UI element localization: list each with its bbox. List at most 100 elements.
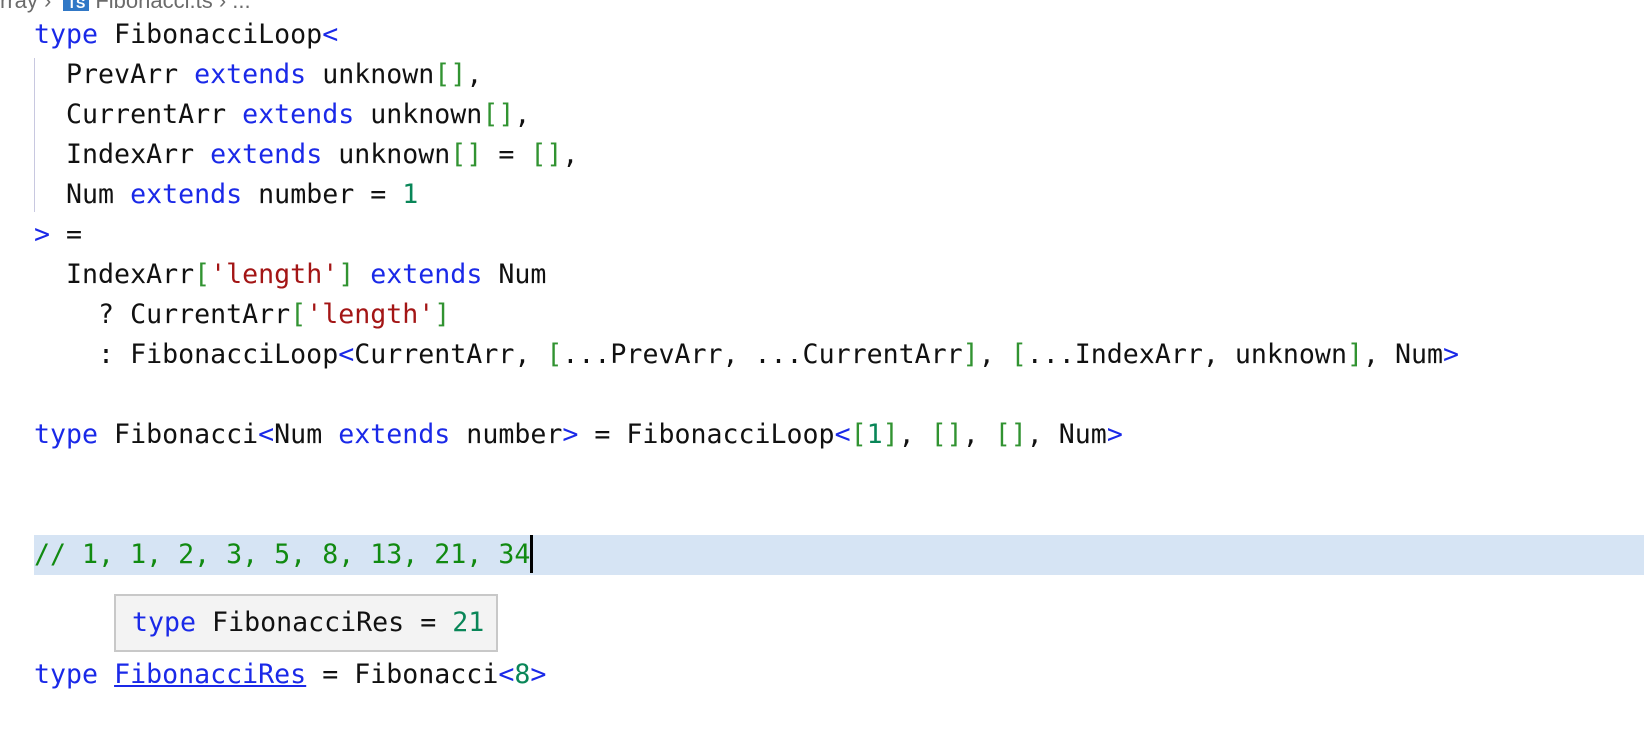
code-token: ? CurrentArr bbox=[34, 299, 291, 330]
code-token: PrevArr bbox=[34, 59, 195, 90]
code-token: [] bbox=[450, 139, 483, 170]
code-token: extends bbox=[338, 419, 451, 450]
code-token: number bbox=[450, 419, 563, 450]
code-token: [ bbox=[290, 299, 307, 330]
code-line[interactable]: type FibonacciRes = Fibonacci<8> bbox=[34, 655, 1644, 695]
code-token: , Num bbox=[1362, 339, 1444, 370]
code-token: 1 bbox=[866, 419, 883, 450]
code-token: , bbox=[466, 59, 483, 90]
code-token: < bbox=[834, 419, 851, 450]
code-token: [] bbox=[994, 419, 1027, 450]
breadcrumb-parent[interactable]: rray bbox=[0, 0, 38, 13]
text-cursor bbox=[530, 535, 534, 573]
code-token: ] bbox=[434, 299, 451, 330]
code-line[interactable]: : FibonacciLoop<CurrentArr, [...PrevArr,… bbox=[34, 335, 1644, 375]
code-token: type bbox=[34, 659, 99, 690]
hover-tooltip: type FibonacciRes = 21 bbox=[114, 594, 498, 652]
code-token: > bbox=[1106, 419, 1123, 450]
code-token: ] bbox=[338, 259, 355, 290]
code-token: > bbox=[562, 419, 579, 450]
code-token: // 1, 1, 2, 3, 5, 8, 13, 21, 34 bbox=[34, 539, 531, 570]
code-token: number = bbox=[242, 179, 403, 210]
breadcrumb: rray › TS Fibonacci.ts › ... bbox=[0, 0, 251, 14]
tooltip-keyword: type bbox=[132, 607, 197, 638]
code-line[interactable] bbox=[34, 455, 1644, 495]
code-token: extends bbox=[130, 179, 243, 210]
code-token: 'length' bbox=[210, 259, 339, 290]
code-token: CurrentArr, bbox=[354, 339, 547, 370]
code-line[interactable]: IndexArr extends unknown[] = [], bbox=[34, 135, 1644, 175]
code-line[interactable]: // 1, 1, 2, 3, 5, 8, 13, 21, 34 bbox=[34, 535, 1644, 575]
code-token: FibonacciLoop bbox=[98, 19, 323, 50]
type-reference-link[interactable]: FibonacciRes bbox=[114, 659, 306, 690]
code-token: , bbox=[978, 339, 1011, 370]
code-line[interactable]: ? CurrentArr['length'] bbox=[34, 295, 1644, 335]
code-token: < bbox=[338, 339, 355, 370]
code-token: Num bbox=[34, 179, 131, 210]
code-line[interactable] bbox=[34, 375, 1644, 415]
code-token: IndexArr bbox=[34, 139, 211, 170]
code-token: type bbox=[34, 419, 99, 450]
code-line[interactable]: type FibonacciLoop< bbox=[34, 15, 1644, 55]
tooltip-name: FibonacciRes = bbox=[196, 607, 453, 638]
code-line[interactable]: Num extends number = 1 bbox=[34, 175, 1644, 215]
code-token: unknown bbox=[306, 59, 435, 90]
code-token: extends bbox=[194, 59, 307, 90]
code-token: Num bbox=[274, 419, 339, 450]
code-token: Fibonacci bbox=[98, 419, 259, 450]
code-token: [ bbox=[1010, 339, 1027, 370]
code-token: CurrentArr bbox=[34, 99, 243, 130]
code-token: : FibonacciLoop bbox=[34, 339, 339, 370]
code-line[interactable] bbox=[34, 495, 1644, 535]
code-token: = FibonacciLoop bbox=[578, 419, 835, 450]
code-token: [ bbox=[546, 339, 563, 370]
code-token: unknown bbox=[354, 99, 483, 130]
code-token: < bbox=[258, 419, 275, 450]
code-token: ] bbox=[882, 419, 899, 450]
code-token: = bbox=[482, 139, 531, 170]
code-token: , Num bbox=[1026, 419, 1107, 450]
code-token: > bbox=[530, 659, 547, 690]
code-token: < bbox=[498, 659, 515, 690]
code-line[interactable]: PrevArr extends unknown[], bbox=[34, 55, 1644, 95]
code-token: ] bbox=[962, 339, 979, 370]
code-token: ...IndexArr, unknown bbox=[1026, 339, 1347, 370]
code-token: ...PrevArr, ...CurrentArr bbox=[562, 339, 963, 370]
code-token: IndexArr bbox=[34, 259, 195, 290]
code-token: > bbox=[34, 219, 51, 250]
code-token: [] bbox=[930, 419, 963, 450]
code-token: 8 bbox=[514, 659, 531, 690]
code-token: [ bbox=[194, 259, 211, 290]
code-token: 'length' bbox=[306, 299, 435, 330]
code-token: , bbox=[562, 139, 579, 170]
tooltip-value: 21 bbox=[452, 607, 485, 638]
code-token: [ bbox=[850, 419, 867, 450]
code-token: extends bbox=[210, 139, 323, 170]
code-token: < bbox=[322, 19, 339, 50]
code-token: type bbox=[34, 19, 99, 50]
code-token: 1 bbox=[402, 179, 419, 210]
code-editor[interactable]: type FibonacciLoop< PrevArr extends unkn… bbox=[34, 15, 1644, 695]
code-token: [] bbox=[530, 139, 563, 170]
code-token: [] bbox=[434, 59, 467, 90]
code-token: ] bbox=[1346, 339, 1363, 370]
breadcrumb-file[interactable]: Fibonacci.ts bbox=[95, 0, 212, 13]
code-line[interactable]: type Fibonacci<Num extends number> = Fib… bbox=[34, 415, 1644, 455]
code-token: > bbox=[1443, 339, 1460, 370]
code-token: unknown bbox=[322, 139, 451, 170]
code-token: , bbox=[898, 419, 931, 450]
code-token: [] bbox=[482, 99, 515, 130]
code-token: extends bbox=[370, 259, 483, 290]
breadcrumb-more[interactable]: ... bbox=[232, 0, 250, 13]
code-token: , bbox=[514, 99, 531, 130]
code-line[interactable]: IndexArr['length'] extends Num bbox=[34, 255, 1644, 295]
code-line[interactable]: CurrentArr extends unknown[], bbox=[34, 95, 1644, 135]
code-token: = bbox=[50, 219, 83, 250]
code-token: , bbox=[962, 419, 995, 450]
code-token: extends bbox=[242, 99, 355, 130]
typescript-file-icon: TS bbox=[63, 0, 90, 11]
code-token: Num bbox=[482, 259, 547, 290]
code-line[interactable]: > = bbox=[34, 215, 1644, 255]
